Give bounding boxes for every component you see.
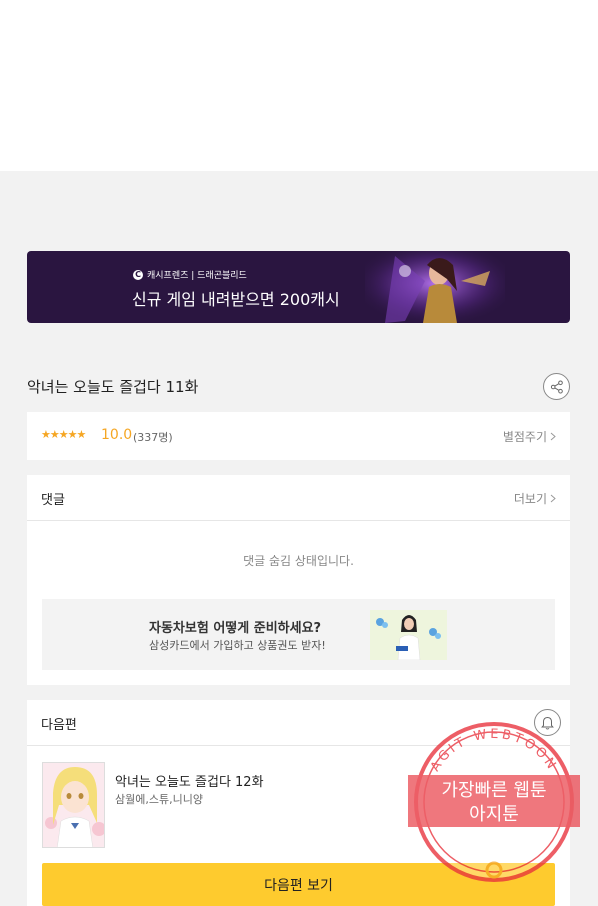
- banner-brand-text: 캐시프렌즈 | 드래곤블리드: [147, 271, 247, 281]
- rating-card: ★★★★★ 10.0 (337명) 별점주기: [27, 412, 570, 460]
- comment-hidden-message: 댓글 숨김 상태입니다.: [243, 554, 354, 568]
- rating-count: (337명): [133, 431, 173, 444]
- insurance-ad-subtitle: 삼성카드에서 가입하고 상품권도 받자!: [149, 639, 326, 652]
- notification-button[interactable]: [534, 709, 561, 736]
- chevron-right-icon: [550, 494, 556, 503]
- cashfriends-logo-icon: C: [133, 269, 143, 280]
- comment-more-button[interactable]: 더보기: [514, 490, 556, 507]
- banner-headline: 신규 게임 내려받으면 200캐시: [132, 290, 340, 309]
- rate-button[interactable]: 별점주기: [503, 428, 556, 445]
- next-episode-section: 다음편 악녀는 오늘도 즐겁다 12화 삼월에,스튜,니니양 다음편 보기: [27, 700, 570, 906]
- share-icon: [550, 380, 563, 393]
- next-episode-title[interactable]: 악녀는 오늘도 즐겁다 12화: [115, 771, 264, 790]
- comment-section: 댓글 더보기 댓글 숨김 상태입니다. 자동차보험 어떻게 준비하세요? 삼성카…: [27, 475, 570, 685]
- rating-score: 10.0: [101, 427, 133, 443]
- insurance-ad-title: 자동차보험 어떻게 준비하세요?: [149, 621, 322, 636]
- bell-icon: [541, 716, 554, 730]
- next-episode-author: 삼월에,스튜,니니양: [115, 793, 203, 806]
- banner-brand: C 캐시프렌즈 | 드래곤블리드: [133, 268, 247, 281]
- insurance-ad-image: [370, 610, 447, 660]
- rating-stars: ★★★★★: [41, 428, 86, 441]
- insurance-ad[interactable]: 자동차보험 어떻게 준비하세요? 삼성카드에서 가입하고 상품권도 받자!: [42, 599, 555, 670]
- next-episode-header: 다음편: [27, 700, 570, 746]
- next-episode-thumbnail[interactable]: [42, 762, 105, 848]
- share-button[interactable]: [543, 373, 570, 400]
- next-episode-button[interactable]: 다음편 보기: [42, 863, 555, 906]
- next-episode-label: 다음편: [41, 718, 77, 733]
- rate-button-label: 별점주기: [502, 430, 547, 444]
- comment-header: 댓글 더보기: [27, 475, 570, 521]
- ad-banner[interactable]: C 캐시프렌즈 | 드래곤블리드 신규 게임 내려받으면 200캐시: [27, 251, 570, 323]
- episode-title: 악녀는 오늘도 즐겁다 11화: [27, 378, 199, 396]
- episode-thumbnail-art: [43, 763, 104, 847]
- comment-label: 댓글: [41, 493, 65, 508]
- comment-more-label: 더보기: [513, 492, 547, 506]
- banner-character-art: [365, 251, 505, 323]
- top-blank-area: [0, 0, 598, 171]
- episode-title-row: 악녀는 오늘도 즐겁다 11화: [27, 372, 570, 402]
- chevron-right-icon: [550, 432, 556, 441]
